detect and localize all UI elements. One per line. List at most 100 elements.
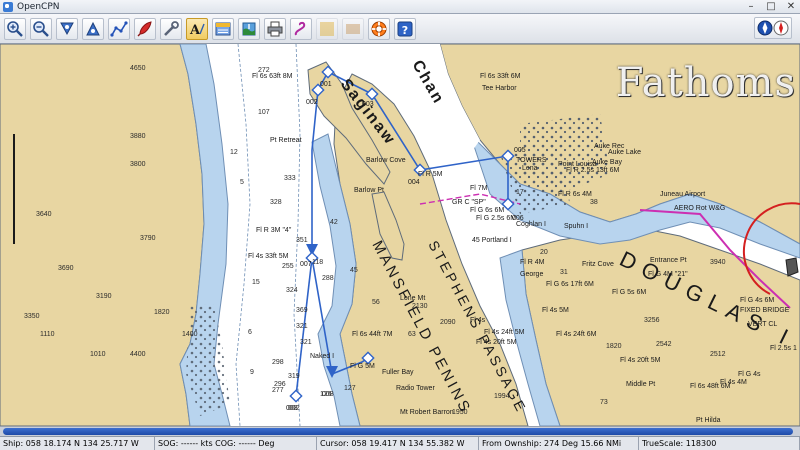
chart-label: AERO Rot W&G [674,205,725,212]
window-title: OpenCPN [17,1,60,12]
depth-sounding: 3190 [96,293,112,300]
chart-label: Fl 4s 4M [720,379,747,386]
depth-sounding: 12 [230,149,238,156]
status-bar: Ship: 058 18.174 N 134 25.717 W SOG: ---… [0,436,800,450]
depth-sounding: 319 [288,373,300,380]
chart-label: George [520,271,543,278]
depth-sounding: 1950 [452,409,468,416]
depth-sounding: 9 [250,369,254,376]
chart-label: GR C "SP" [452,199,486,206]
print-button[interactable] [264,17,286,40]
chart-label: Auke Rec [594,143,625,150]
depth-sounding: 107 [258,109,270,116]
chart-label: Pt Retreat [270,137,302,144]
close-button[interactable]: ✕ [784,1,798,13]
color-scheme-icon [320,21,334,36]
ais-button[interactable] [212,17,234,40]
horizontal-scrollbar[interactable] [0,426,800,436]
layers-button[interactable] [342,17,364,40]
svg-text:A: A [189,23,201,38]
chart-label: Fl 2.5s 1 [770,345,797,352]
status-ship-position: Ship: 058 18.174 N 134 25.717 W [0,437,155,450]
chart-label: Fl R 2.5s 13ft 6M [566,167,619,174]
status-sog-cog: SOG: ------ kts COG: ------ Deg [155,437,317,450]
depth-sounding: 255 [282,263,294,270]
tide-button[interactable] [238,17,260,40]
depth-sounding: 2542 [656,341,672,348]
route-icon [110,20,128,37]
depth-sounding: 127 [344,385,356,392]
depth-sounding: 3800 [130,161,146,168]
chart-label: Tee Harbor [482,85,517,92]
route-manager-icon [294,21,306,35]
chart-label: Mt Robert Barron [400,409,454,416]
auto-follow-button[interactable] [134,17,156,40]
color-scheme-button[interactable] [316,17,338,40]
status-truescale: TrueScale: 118300 [639,437,800,450]
chart-label: Fl G 4s [738,371,761,378]
chart-canvas[interactable]: MANSFIELD PENINS STEPHENS PASSAGE DOUGLA… [0,44,800,426]
chart-label: Fl G 5s 6M [612,289,646,296]
depth-sounding: 42 [330,219,338,226]
depth-sounding: 3640 [36,211,52,218]
chart-label: Middle Pt [626,381,655,388]
chart-label: Juneau Airport [660,191,705,198]
chart-label: Fritz Cove [582,261,614,268]
depth-sounding: 2130 [412,303,428,310]
depth-sounding: 1994 [494,393,510,400]
chart-label: TOWERS [516,157,547,164]
chart-label: Fl G 2.5s 6M [476,215,516,222]
waypoint-label: 003 [362,101,374,108]
chart-label: Fl G 4M "21" [648,271,688,278]
text-toggle-button[interactable]: A [186,17,208,40]
waypoint-label: 005 [514,147,526,154]
depth-sounding: 45 [350,267,358,274]
compass-icon [757,20,789,36]
depth-sounding: 73 [600,399,608,406]
chart-label: Fl 6s 33ft 6M [480,73,521,80]
maximize-button[interactable]: □ [764,1,778,13]
depth-sounding: 324 [286,287,298,294]
route-manager-button[interactable] [290,17,312,40]
chart-label: Fl 6s 63ft 8M [252,73,293,80]
chart-label: Fl R 4M [520,259,545,266]
settings-button[interactable] [160,17,182,40]
depth-sounding: 38 [590,199,598,206]
zoom-in-button[interactable] [4,17,26,40]
north-up-button[interactable] [754,17,792,39]
mob-button[interactable] [368,17,390,40]
chart-label: Fl G 6s 6M [470,207,504,214]
waypoint-label: 007 [300,261,312,268]
minimize-button[interactable]: – [744,1,758,13]
window-controls: – □ ✕ [744,1,798,13]
chart-label: Fl G 5M [350,363,375,370]
scale-out-button[interactable] [82,17,104,40]
boat-icon [137,20,152,36]
waypoint-label: 008 [286,405,298,412]
waypoint-label: 001 [320,81,332,88]
zoom-out-button[interactable] [30,17,52,40]
depth-sounding: 6 [248,329,252,336]
chart-label: Coghlan I [516,221,546,228]
depth-sounding: 1820 [606,343,622,350]
depth-sounding: 1820 [154,309,170,316]
scale-out-icon [86,21,100,35]
route-button[interactable] [108,17,130,40]
chart-label: Naked I [310,353,334,360]
help-button[interactable]: ? [394,17,416,40]
chart-label: Fl R 5M [418,171,443,178]
chart-label: Pt Hilda [696,417,721,424]
scrollbar-thumb[interactable] [3,428,793,435]
printer-icon [267,21,283,36]
zoom-in-icon [7,20,23,37]
wrench-icon [164,20,179,36]
chart-label: Fl 4s 5M [542,307,569,314]
status-from-ownship: From Ownship: 274 Deg 15.66 NMi [479,437,639,450]
text-icon: A [189,23,205,38]
chart-label: VERT CL [748,321,777,328]
depth-sounding: 351 [296,237,308,244]
waypoint-label: 006 [512,215,524,222]
scale-in-button[interactable] [56,17,78,40]
chart-label: Fl G 4s 6M [740,297,774,304]
depth-sounding: 272 [258,67,270,74]
